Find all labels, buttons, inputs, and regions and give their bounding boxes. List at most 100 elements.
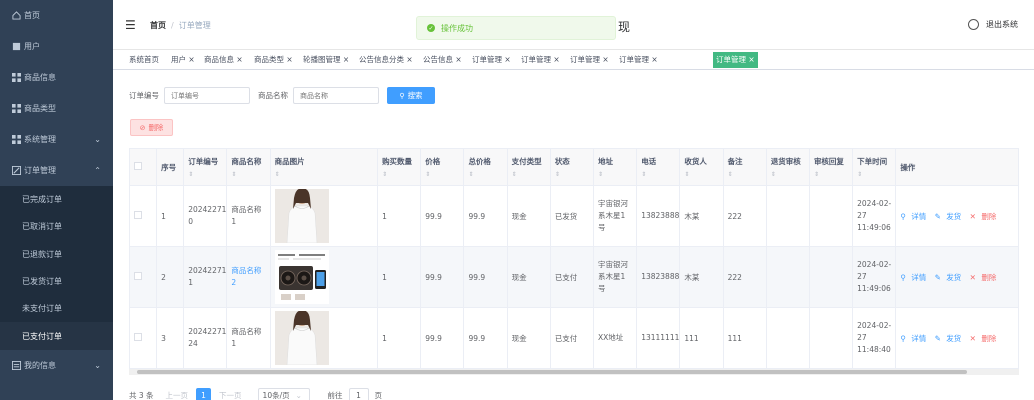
sidebar-item-system[interactable]: 系统管理 ⌄ bbox=[0, 124, 113, 155]
sort-icon[interactable]: ⇕ bbox=[468, 171, 502, 178]
detail-button[interactable]: ⚲ 详情 bbox=[900, 334, 929, 343]
column-header[interactable]: 状态 ⇕ bbox=[549, 148, 595, 186]
tag-orders[interactable]: 订单管理 × bbox=[570, 52, 609, 68]
sort-icon[interactable]: ⇕ bbox=[382, 171, 416, 178]
row-checkbox[interactable] bbox=[134, 272, 142, 280]
sort-icon[interactable]: ⇕ bbox=[512, 171, 546, 178]
sidebar-item-user[interactable]: 用户 bbox=[0, 31, 113, 62]
page-size-select[interactable]: 10条/页 ⌄ bbox=[257, 388, 310, 400]
sidebar-item-orders[interactable]: 订单管理 ⌃ bbox=[0, 155, 113, 186]
sort-icon[interactable]: ⇕ bbox=[425, 171, 459, 178]
column-header[interactable]: 购买数量 ⇕ bbox=[377, 148, 422, 186]
sort-icon[interactable]: ⇕ bbox=[598, 171, 632, 178]
select-all-checkbox[interactable] bbox=[134, 162, 142, 170]
row-checkbox[interactable] bbox=[134, 333, 142, 341]
column-header[interactable]: 商品名称 ⇕ bbox=[226, 148, 271, 186]
tag-orders[interactable]: 订单管理 × bbox=[619, 52, 658, 68]
column-header[interactable]: 地址 ⇕ bbox=[592, 148, 638, 186]
ship-button[interactable]: ✎ 发货 bbox=[935, 212, 965, 221]
tag-notice[interactable]: 公告信息 × bbox=[423, 52, 462, 68]
sidebar-subitem-completed[interactable]: 已完成订单 bbox=[0, 186, 113, 213]
next-page-button[interactable]: 下一页 bbox=[219, 390, 242, 400]
sidebar-item-product-type[interactable]: 商品类型 bbox=[0, 93, 113, 124]
tag-product-type[interactable]: 商品类型 × bbox=[254, 52, 293, 68]
cell-pay-type: 现金 bbox=[506, 307, 551, 369]
tag-product-info[interactable]: 商品信息 × bbox=[204, 52, 243, 68]
batch-delete-button[interactable]: ⊘ 删除 bbox=[130, 119, 173, 136]
sidebar-subitem-shipped[interactable]: 已发货订单 bbox=[0, 268, 113, 295]
sidebar-item-label: 系统管理 bbox=[24, 135, 56, 144]
close-icon: ✕ bbox=[969, 272, 976, 282]
breadcrumb-home[interactable]: 首页 bbox=[150, 21, 166, 30]
sort-icon[interactable]: ⇕ bbox=[771, 171, 805, 178]
goto-page-input[interactable]: 1 bbox=[348, 388, 369, 400]
column-header[interactable]: 订单编号 ⇕ bbox=[183, 148, 228, 186]
sort-icon[interactable]: ⇕ bbox=[728, 171, 762, 178]
tag-system-home[interactable]: 系统首页 bbox=[129, 52, 159, 68]
detail-button[interactable]: ⚲ 详情 bbox=[900, 212, 929, 221]
column-header[interactable]: 总价格 ⇕ bbox=[463, 148, 508, 186]
hamburger-icon[interactable]: ☰ bbox=[125, 18, 136, 32]
sort-icon[interactable]: ⇕ bbox=[684, 171, 718, 178]
column-header-label: 审核回复 bbox=[813, 157, 844, 166]
column-header[interactable]: 价格 ⇕ bbox=[420, 148, 465, 186]
sidebar-item-my-info[interactable]: 我的信息 ⌄ bbox=[0, 350, 113, 381]
delete-button[interactable]: ✕ 删除 bbox=[970, 273, 1000, 282]
sidebar-subitem-paid[interactable]: 已支付订单 bbox=[0, 322, 113, 350]
sort-icon[interactable]: ⇕ bbox=[814, 171, 848, 178]
cell-total: 99.9 bbox=[463, 246, 508, 308]
cell-image bbox=[269, 185, 379, 247]
prev-page-button[interactable]: 上一页 bbox=[166, 390, 189, 400]
tag-user[interactable]: 用户 × bbox=[171, 52, 195, 68]
column-header[interactable]: 审核回复 ⇕ bbox=[808, 148, 854, 186]
column-header[interactable]: 退货审核 ⇕ bbox=[765, 148, 810, 186]
cell-product: 商品名称 2 bbox=[226, 246, 271, 308]
column-header[interactable]: 电话 ⇕ bbox=[636, 148, 681, 186]
sort-icon[interactable]: ⇕ bbox=[555, 171, 589, 178]
column-header[interactable]: 下单时间 ⇕ bbox=[852, 148, 897, 186]
grid-icon bbox=[12, 73, 21, 82]
horizontal-scrollbar[interactable] bbox=[129, 369, 1019, 375]
sidebar-item-product-info[interactable]: 商品信息 bbox=[0, 62, 113, 93]
sidebar-subitem-unpaid[interactable]: 未支付订单 bbox=[0, 295, 113, 322]
cell-receiver: 111 bbox=[679, 307, 724, 369]
scrollbar-thumb[interactable] bbox=[137, 370, 967, 374]
row-checkbox[interactable] bbox=[134, 211, 142, 219]
tag-carousel[interactable]: 轮播图管理 × bbox=[303, 52, 349, 68]
column-header[interactable]: 支付类型 ⇕ bbox=[506, 148, 551, 186]
tag-orders[interactable]: 订单管理 × bbox=[521, 52, 560, 68]
sort-icon[interactable]: ⇕ bbox=[857, 171, 891, 178]
column-header-label: 备注 bbox=[727, 157, 743, 166]
delete-button[interactable]: ✕ 删除 bbox=[970, 212, 1000, 221]
product-image-speaker[interactable] bbox=[274, 250, 329, 304]
sidebar-subitem-cancelled[interactable]: 已取消订单 bbox=[0, 213, 113, 240]
search-icon: ⚲ bbox=[900, 211, 906, 221]
column-header[interactable]: 收货人 ⇕ bbox=[679, 148, 724, 186]
cell-remark: 111 bbox=[722, 307, 767, 369]
delete-button[interactable]: ✕ 删除 bbox=[970, 334, 1000, 343]
tag-orders[interactable]: 订单管理 × bbox=[472, 52, 511, 68]
ship-button[interactable]: ✎ 发货 bbox=[935, 334, 965, 343]
sort-icon[interactable]: ⇕ bbox=[231, 171, 265, 178]
search-button[interactable]: ⚲ 搜索 bbox=[387, 87, 435, 104]
breadcrumb-current: 订单管理 bbox=[178, 21, 211, 30]
page-number-current[interactable]: 1 bbox=[196, 388, 212, 400]
sidebar-item-home[interactable]: 首页 bbox=[0, 0, 113, 31]
tag-orders-active[interactable]: 订单管理 × bbox=[713, 52, 758, 68]
sort-icon[interactable]: ⇕ bbox=[188, 171, 222, 178]
column-header[interactable]: 商品图片 ⇕ bbox=[269, 148, 379, 186]
sidebar-subitem-refunded[interactable]: 已退款订单 bbox=[0, 241, 113, 268]
chevron-up-icon: ⌃ bbox=[94, 166, 101, 175]
product-name-input[interactable] bbox=[293, 87, 379, 104]
tag-notice-category[interactable]: 公告信息分类 × bbox=[359, 52, 413, 68]
product-image-tshirt[interactable] bbox=[274, 189, 329, 243]
sort-icon[interactable]: ⇕ bbox=[641, 171, 675, 178]
detail-button[interactable]: ⚲ 详情 bbox=[900, 273, 929, 282]
delete-button-label: 删除 bbox=[148, 123, 164, 132]
sort-icon[interactable]: ⇕ bbox=[275, 171, 373, 178]
product-image-tshirt[interactable] bbox=[274, 311, 329, 365]
logout-button[interactable]: 退出系统 bbox=[968, 19, 1018, 30]
ship-button[interactable]: ✎ 发货 bbox=[935, 273, 965, 282]
column-header[interactable]: 备注 ⇕ bbox=[722, 148, 767, 186]
order-no-input[interactable] bbox=[164, 87, 250, 104]
